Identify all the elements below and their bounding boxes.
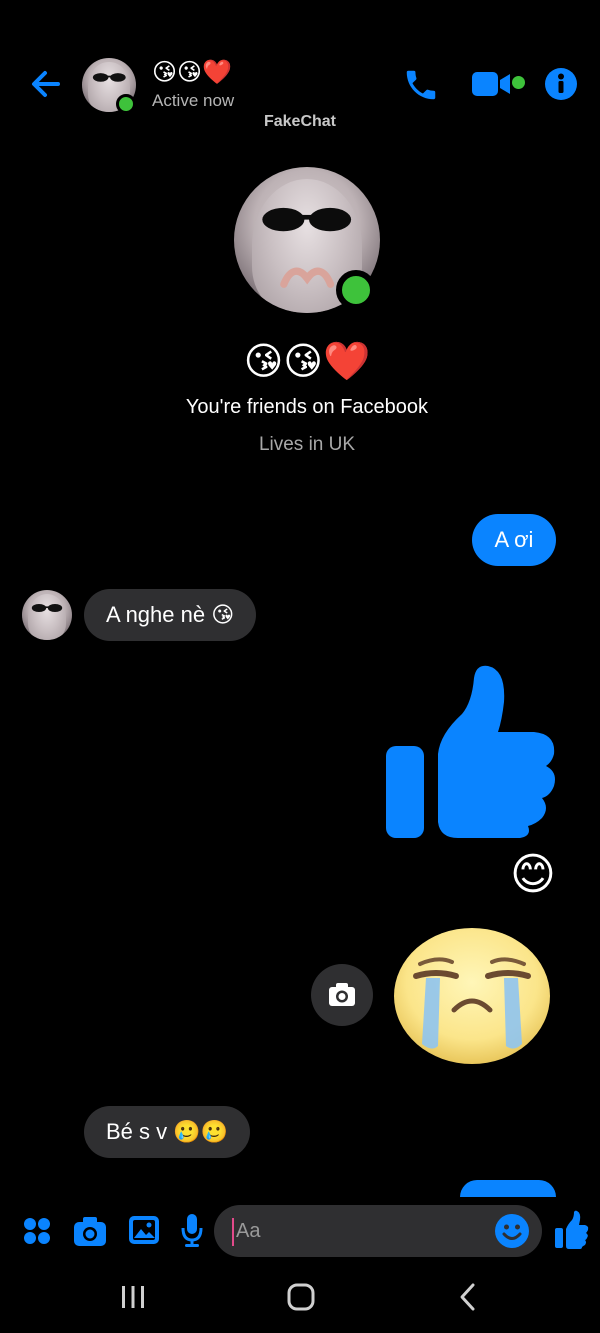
back-nav-icon[interactable] [456, 1282, 480, 1312]
friends-text: You're friends on Facebook [185, 396, 429, 418]
contact-name: 😘😘❤️ [152, 59, 232, 86]
message-text: Bé s v 🥲🥲 [106, 1119, 229, 1144]
apps-icon[interactable] [22, 1216, 52, 1246]
emoji-icon[interactable] [494, 1213, 530, 1249]
message-bubble-incoming[interactable]: Bé s v 🥲🥲 [84, 1106, 251, 1158]
back-arrow-icon[interactable] [28, 66, 64, 102]
emoji-message[interactable]: 😊 [510, 848, 556, 902]
message-text: A ơi [494, 527, 534, 552]
home-icon[interactable] [286, 1283, 316, 1311]
thumbs-up-sticker[interactable] [384, 662, 560, 842]
message-text: A nghe nè 😘 [106, 602, 235, 627]
video-camera-icon[interactable] [470, 68, 514, 100]
video-online-dot [512, 76, 525, 89]
mic-icon[interactable] [180, 1212, 204, 1248]
message-bubble-outgoing[interactable]: A ơi [472, 514, 556, 566]
camera-quick-button[interactable] [311, 964, 373, 1026]
crying-face-sticker[interactable] [392, 926, 552, 1066]
phone-icon[interactable] [402, 66, 440, 104]
profile-online-indicator [336, 270, 376, 310]
message-input[interactable]: Aa [214, 1205, 542, 1257]
camera-icon[interactable] [72, 1214, 108, 1248]
sender-avatar[interactable] [22, 590, 72, 640]
recent-apps-icon[interactable] [118, 1284, 148, 1310]
active-status: Active now [152, 91, 235, 110]
gallery-icon[interactable] [127, 1214, 161, 1246]
message-bubble-partial[interactable] [460, 1180, 556, 1197]
input-placeholder: Aa [236, 1220, 261, 1242]
app-name: FakeChat [263, 113, 337, 130]
like-icon[interactable] [553, 1210, 589, 1250]
info-icon[interactable] [544, 67, 578, 101]
message-bubble-incoming[interactable]: A nghe nè 😘 [84, 589, 257, 641]
profile-name: 😘😘❤️ [243, 341, 371, 383]
text-cursor [232, 1218, 234, 1246]
online-indicator [116, 94, 136, 114]
location-text: Lives in UK [258, 434, 356, 455]
